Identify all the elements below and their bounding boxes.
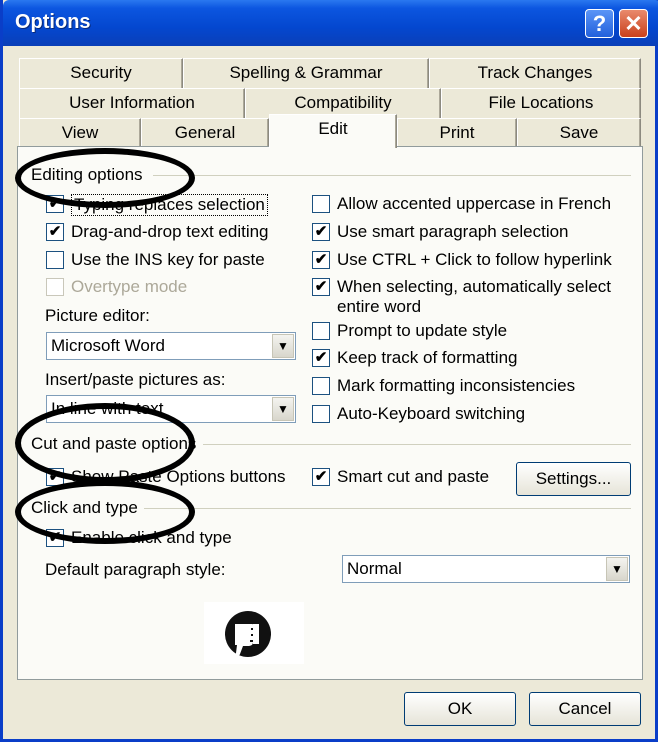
drag-drop-label: Drag-and-drop text editing [71,222,269,241]
title-bar[interactable]: Options ? ✕ [3,0,658,46]
auto-keyboard-label: Auto-Keyboard switching [337,404,526,423]
prompt-update-style-label: Prompt to update style [337,321,508,340]
tab-strip: Security Spelling & Grammar Track Change… [3,46,658,148]
settings-button[interactable]: Settings... [516,462,631,496]
thumbs-down-image [204,602,304,664]
tab-track-changes[interactable]: Track Changes [429,58,641,88]
cancel-button[interactable]: Cancel [529,692,641,726]
insert-paste-value: In line with text [51,399,164,418]
smart-cut-paste-label: Smart cut and paste [337,467,490,486]
insert-paste-label: Insert/paste pictures as: [45,370,226,389]
tab-security[interactable]: Security [19,58,183,88]
tab-view[interactable]: View [19,118,141,148]
picture-editor-value: Microsoft Word [51,336,165,355]
ctrl-click-hyperlink-checkbox[interactable]: ✔ [312,251,330,269]
click-and-type-label: Click and type [31,498,144,518]
mark-inconsistencies-checkbox[interactable] [312,377,330,395]
tab-user-information[interactable]: User Information [19,88,245,118]
auto-keyboard-checkbox[interactable] [312,405,330,423]
ins-key-paste-label: Use the INS key for paste [71,250,265,269]
cut-paste-separator [203,444,631,445]
editing-separator [153,175,631,176]
select-entire-word-label: When selecting, automatically select [337,277,612,296]
smart-cut-paste-checkbox[interactable]: ✔ [312,468,330,486]
window-title: Options [15,11,91,33]
mark-inconsistencies-label: Mark formatting inconsistencies [337,376,576,395]
click-type-separator [143,508,631,509]
close-button[interactable]: ✕ [619,9,648,38]
accented-uppercase-label: Allow accented uppercase in French [337,194,612,213]
editing-options-label: Editing options [31,165,149,185]
keep-track-formatting-label: Keep track of formatting [337,348,518,367]
options-dialog: Options ? ✕ Security Spelling & Grammar … [0,0,658,742]
ctrl-click-hyperlink-label: Use CTRL + Click to follow hyperlink [337,250,612,269]
tab-file-locations[interactable]: File Locations [441,88,641,118]
insert-paste-select[interactable]: In line with text ▼ [46,395,296,423]
accented-uppercase-checkbox[interactable] [312,195,330,213]
tab-edit[interactable]: Edit [269,114,397,148]
chevron-down-icon[interactable]: ▼ [272,397,294,421]
show-paste-options-label: Show Paste Options buttons [71,467,286,486]
typing-replaces-label: Typing replaces selection [71,194,268,216]
thumbs-down-icon [225,611,271,657]
help-button[interactable]: ? [585,9,614,38]
prompt-update-style-checkbox[interactable] [312,322,330,340]
overtype-mode-label: Overtype mode [71,277,188,296]
tab-general[interactable]: General [141,118,269,148]
cut-paste-options-label: Cut and paste options [31,434,203,454]
enable-click-type-label: Enable click and type [71,528,232,547]
ins-key-paste-checkbox[interactable] [46,251,64,269]
select-entire-word-label-line2: entire word [337,297,422,316]
tab-save[interactable]: Save [517,118,641,148]
tab-spelling-grammar[interactable]: Spelling & Grammar [183,58,429,88]
drag-drop-checkbox[interactable]: ✔ [46,223,64,241]
smart-paragraph-label: Use smart paragraph selection [337,222,569,241]
enable-click-type-checkbox[interactable]: ✔ [46,529,64,547]
picture-editor-label: Picture editor: [45,306,150,325]
keep-track-formatting-checkbox[interactable]: ✔ [312,349,330,367]
select-entire-word-checkbox[interactable]: ✔ [312,278,330,296]
tab-print[interactable]: Print [397,118,517,148]
chevron-down-icon[interactable]: ▼ [272,334,294,358]
smart-paragraph-checkbox[interactable]: ✔ [312,223,330,241]
ok-button[interactable]: OK [404,692,516,726]
show-paste-options-checkbox[interactable]: ✔ [46,468,64,486]
chevron-down-icon[interactable]: ▼ [606,557,628,581]
default-paragraph-style-label: Default paragraph style: [45,560,226,579]
default-paragraph-style-value: Normal [347,559,402,578]
typing-replaces-checkbox[interactable]: ✔ [46,195,64,213]
overtype-mode-checkbox[interactable] [46,278,64,296]
default-paragraph-style-select[interactable]: Normal ▼ [342,555,630,583]
picture-editor-select[interactable]: Microsoft Word ▼ [46,332,296,360]
